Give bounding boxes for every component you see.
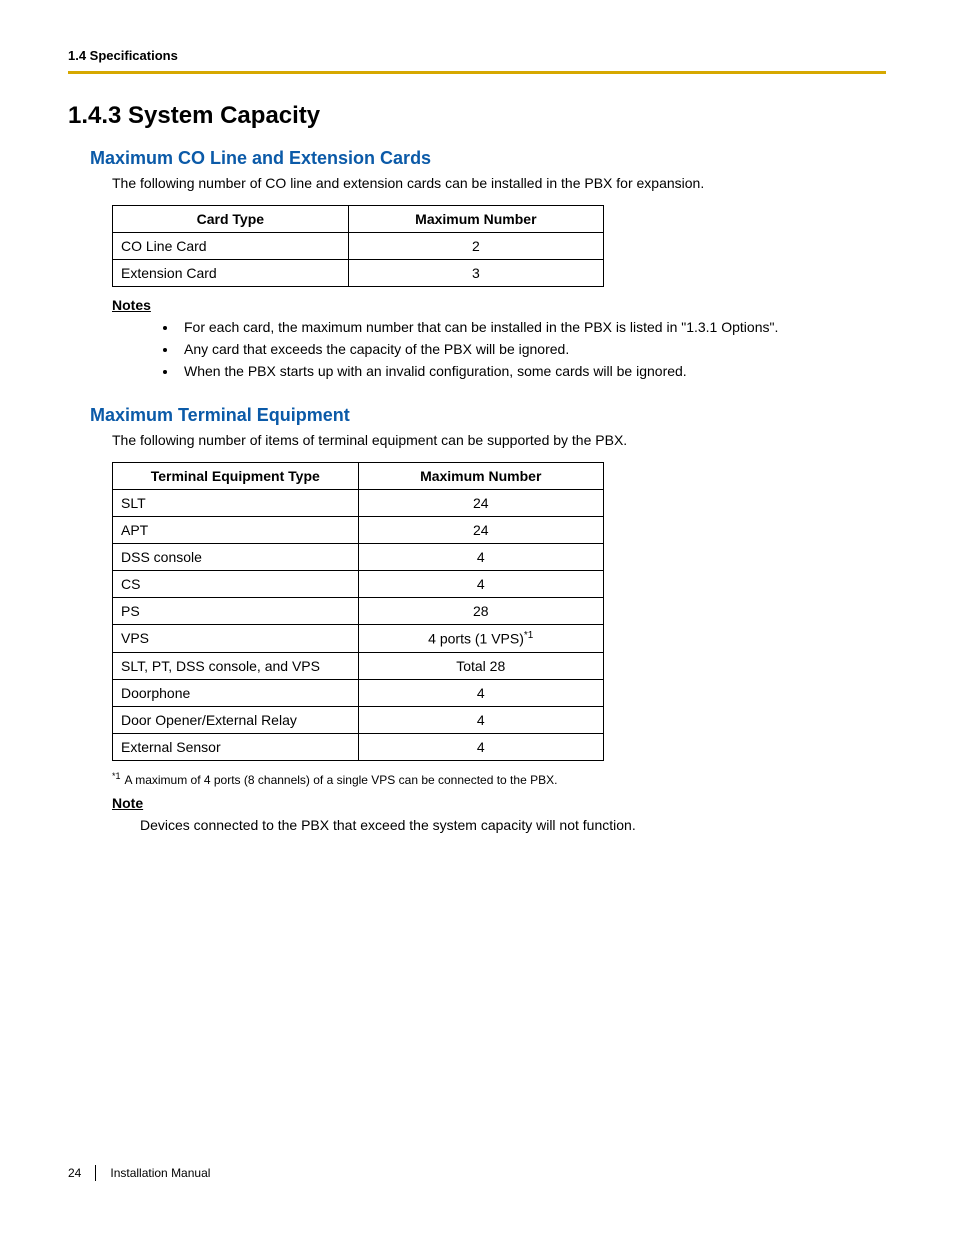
table-row: CO Line Card 2	[113, 233, 604, 260]
cell-label: Door Opener/External Relay	[113, 706, 359, 733]
table-co-line-cards: Card Type Maximum Number CO Line Card 2 …	[112, 205, 604, 287]
table-row: CS 4	[113, 571, 604, 598]
table-row: DSS console 4	[113, 544, 604, 571]
list-item: Any card that exceeds the capacity of th…	[178, 341, 886, 357]
footnote: *1 A maximum of 4 ports (8 channels) of a…	[112, 771, 886, 787]
table-row: SLT, PT, DSS console, and VPS Total 28	[113, 652, 604, 679]
cell-value: 4	[358, 544, 604, 571]
cell-label: VPS	[113, 625, 359, 653]
list-item: For each card, the maximum number that c…	[178, 319, 886, 335]
footer-divider	[95, 1165, 96, 1181]
cell-value: 2	[348, 233, 603, 260]
cell-value: 4	[358, 733, 604, 760]
cell-label: Doorphone	[113, 679, 359, 706]
cell-value: 4 ports (1 VPS)*1	[358, 625, 604, 653]
cell-value: 24	[358, 490, 604, 517]
header-rule	[68, 71, 886, 74]
notes-list: For each card, the maximum number that c…	[178, 319, 886, 379]
cell-label: DSS console	[113, 544, 359, 571]
table-row: APT 24	[113, 517, 604, 544]
notes-heading: Notes	[112, 297, 886, 313]
cell-label: CS	[113, 571, 359, 598]
note-text: Devices connected to the PBX that exceed…	[140, 817, 886, 833]
table-row: External Sensor 4	[113, 733, 604, 760]
cell-label: CO Line Card	[113, 233, 349, 260]
table-row: Door Opener/External Relay 4	[113, 706, 604, 733]
cell-label: SLT	[113, 490, 359, 517]
table-row: Extension Card 3	[113, 260, 604, 287]
cell-label: APT	[113, 517, 359, 544]
note-heading: Note	[112, 795, 886, 811]
cell-value: 4	[358, 706, 604, 733]
cell-label: External Sensor	[113, 733, 359, 760]
subsection-title-terminal: Maximum Terminal Equipment	[90, 405, 886, 426]
table-row: VPS 4 ports (1 VPS)*1	[113, 625, 604, 653]
table-row: Doorphone 4	[113, 679, 604, 706]
table-header-max-number: Maximum Number	[358, 463, 604, 490]
running-header: 1.4 Specifications	[68, 48, 886, 63]
cell-value: 28	[358, 598, 604, 625]
cell-value: 4	[358, 679, 604, 706]
cell-label: SLT, PT, DSS console, and VPS	[113, 652, 359, 679]
cell-label: PS	[113, 598, 359, 625]
list-item: When the PBX starts up with an invalid c…	[178, 363, 886, 379]
page-footer: 24 Installation Manual	[68, 1165, 210, 1181]
cell-value: 3	[348, 260, 603, 287]
table-header-card-type: Card Type	[113, 206, 349, 233]
intro-text-terminal: The following number of items of termina…	[112, 432, 886, 448]
cell-label: Extension Card	[113, 260, 349, 287]
intro-text-cards: The following number of CO line and exte…	[112, 175, 886, 191]
cell-value: 4	[358, 571, 604, 598]
subsection-title-cards: Maximum CO Line and Extension Cards	[90, 148, 886, 169]
cell-value: Total 28	[358, 652, 604, 679]
footnote-text: A maximum of 4 ports (8 channels) of a s…	[125, 773, 558, 787]
table-header-max-number: Maximum Number	[348, 206, 603, 233]
doc-title: Installation Manual	[110, 1166, 210, 1180]
table-header-equipment-type: Terminal Equipment Type	[113, 463, 359, 490]
table-row: PS 28	[113, 598, 604, 625]
table-terminal-equipment: Terminal Equipment Type Maximum Number S…	[112, 462, 604, 761]
page-number: 24	[68, 1166, 95, 1180]
cell-value: 24	[358, 517, 604, 544]
section-title: 1.4.3 System Capacity	[68, 102, 886, 130]
table-row: SLT 24	[113, 490, 604, 517]
footnote-mark: *1	[112, 771, 121, 781]
